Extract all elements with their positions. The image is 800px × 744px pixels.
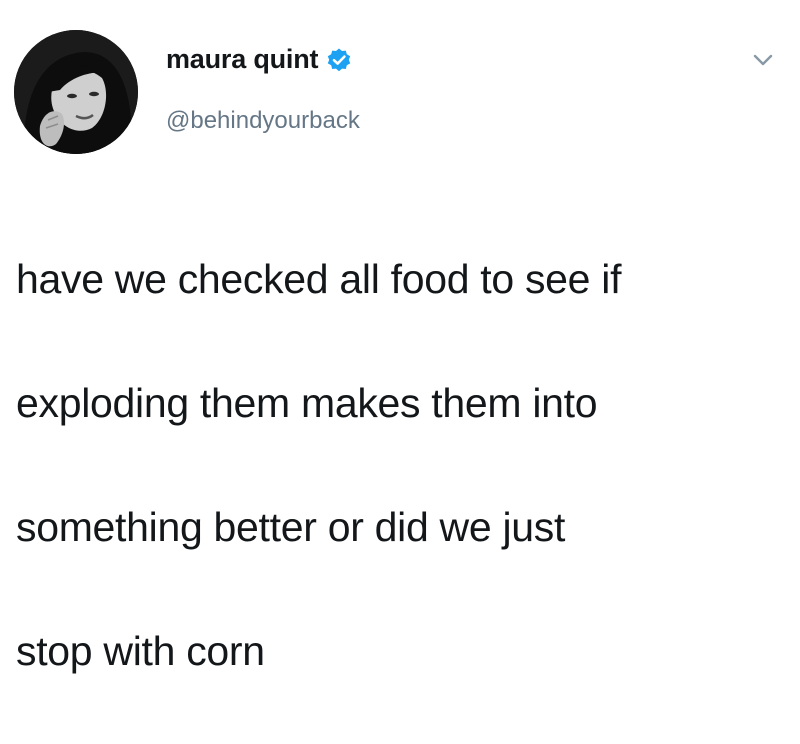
tweet-line: something better or did we just [16, 504, 566, 550]
tweet-line: stop with corn [16, 628, 265, 674]
tweet-line: have we checked all food to see if [16, 256, 622, 302]
author-name-row: maura quint [166, 44, 352, 75]
verified-badge-icon [326, 47, 352, 73]
tweet-line: exploding them makes them into [16, 380, 598, 426]
tweet-text: have we checked all food to see if explo… [16, 186, 786, 744]
avatar[interactable] [14, 30, 138, 154]
author-handle[interactable]: @behindyourback [166, 107, 360, 135]
chevron-down-icon[interactable] [750, 50, 776, 70]
display-name[interactable]: maura quint [166, 44, 319, 75]
avatar-photo [14, 30, 138, 154]
tweet-card: maura quint @behindyourback have we chec… [0, 0, 800, 674]
